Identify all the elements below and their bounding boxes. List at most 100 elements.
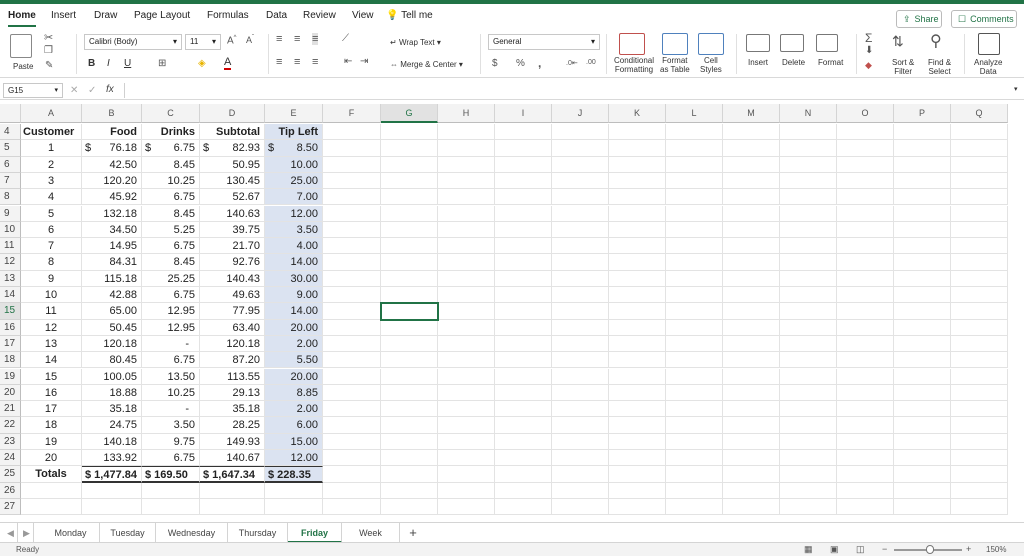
cell-tip[interactable]: 20.00: [265, 319, 323, 336]
cell[interactable]: [837, 124, 894, 141]
customer-number[interactable]: 16: [21, 384, 82, 402]
indent-icon[interactable]: ⇤: [344, 56, 352, 67]
cell[interactable]: [780, 368, 837, 385]
cell-styles-button[interactable]: Cell Styles: [700, 56, 722, 74]
cell[interactable]: [780, 401, 837, 418]
total-label[interactable]: Totals: [21, 466, 82, 483]
cell[interactable]: [780, 498, 837, 516]
cell-tip[interactable]: 14.00: [265, 254, 323, 271]
row-header[interactable]: 4: [0, 124, 21, 141]
row-header[interactable]: 16: [0, 319, 21, 336]
customer-number[interactable]: 2: [21, 156, 82, 173]
cell[interactable]: [200, 498, 265, 516]
cell-drinks[interactable]: 10.25: [142, 172, 200, 190]
tab-view[interactable]: View: [352, 10, 374, 21]
cell[interactable]: [495, 189, 552, 206]
cell[interactable]: [200, 482, 265, 499]
cell[interactable]: [381, 156, 438, 173]
cell[interactable]: [780, 270, 837, 287]
customer-number[interactable]: 19: [21, 433, 82, 450]
format-cells-icon[interactable]: [816, 34, 838, 52]
cell[interactable]: [495, 417, 552, 434]
cell[interactable]: [323, 482, 381, 499]
cell-tip[interactable]: 15.00: [265, 433, 323, 450]
cell[interactable]: [723, 433, 780, 450]
zoom-in-icon[interactable]: +: [966, 544, 971, 554]
cell[interactable]: [780, 124, 837, 141]
comments-button[interactable]: ☐ Comments: [951, 10, 1017, 28]
find-select-icon[interactable]: ⚲: [930, 31, 942, 51]
increase-decimal-icon[interactable]: .0⇤: [566, 59, 578, 67]
customer-number[interactable]: 13: [21, 335, 82, 353]
cell[interactable]: [837, 384, 894, 402]
tell-me-search[interactable]: 💡 Tell me: [386, 10, 433, 21]
cell-subtotal[interactable]: 87.20: [200, 352, 265, 369]
cell[interactable]: [323, 319, 381, 336]
cell[interactable]: [951, 450, 1008, 467]
customer-number[interactable]: 5: [21, 205, 82, 222]
cell[interactable]: [723, 482, 780, 499]
cell[interactable]: [723, 270, 780, 287]
cut-icon[interactable]: ✂: [44, 31, 53, 44]
cell[interactable]: [837, 205, 894, 222]
cell[interactable]: [951, 238, 1008, 255]
tab-draw[interactable]: Draw: [94, 10, 117, 21]
cell[interactable]: [780, 189, 837, 206]
cell[interactable]: [323, 368, 381, 385]
cell[interactable]: [894, 140, 951, 157]
cell-subtotal[interactable]: 77.95: [200, 303, 265, 320]
cell-tip[interactable]: 7.00: [265, 189, 323, 206]
total-tip[interactable]: $ 228.35: [265, 466, 323, 483]
cell[interactable]: [666, 172, 723, 190]
cell-tip[interactable]: 12.00: [265, 450, 323, 467]
customer-number[interactable]: 12: [21, 319, 82, 336]
cell[interactable]: [381, 466, 438, 483]
cell[interactable]: [552, 384, 609, 402]
cell[interactable]: [609, 140, 666, 157]
row-header[interactable]: 26: [0, 482, 21, 499]
cell[interactable]: [495, 303, 552, 320]
cell[interactable]: [951, 172, 1008, 190]
column-header-q[interactable]: Q: [951, 104, 1008, 123]
cell-drinks[interactable]: 9.75: [142, 433, 200, 450]
align-bottom-icon[interactable]: ≡: [312, 33, 319, 45]
cell-tip[interactable]: 25.00: [265, 172, 323, 190]
cell[interactable]: [894, 498, 951, 516]
insert-cells-icon[interactable]: [746, 34, 770, 52]
cell[interactable]: [894, 303, 951, 320]
analyze-data-icon[interactable]: [978, 33, 1000, 55]
cell[interactable]: [609, 352, 666, 369]
cell-subtotal[interactable]: 140.67: [200, 450, 265, 467]
normal-view-icon[interactable]: ▦: [804, 544, 813, 555]
cell[interactable]: [381, 384, 438, 402]
cell[interactable]: [837, 466, 894, 483]
row-header[interactable]: 15: [0, 303, 21, 320]
row-header[interactable]: 22: [0, 417, 21, 434]
page-break-view-icon[interactable]: ◫: [856, 544, 865, 555]
cell[interactable]: [495, 466, 552, 483]
cell[interactable]: [323, 450, 381, 467]
cell[interactable]: [837, 368, 894, 385]
cell[interactable]: [723, 303, 780, 320]
cell[interactable]: [609, 156, 666, 173]
customer-number[interactable]: 4: [21, 189, 82, 206]
page-layout-view-icon[interactable]: ▣: [830, 544, 839, 555]
cell[interactable]: [780, 433, 837, 450]
cell[interactable]: [495, 205, 552, 222]
row-header[interactable]: 14: [0, 287, 21, 304]
customer-number[interactable]: 17: [21, 401, 82, 418]
cell[interactable]: [438, 287, 495, 304]
share-button[interactable]: ⇪ Share: [896, 10, 942, 28]
cell-tip[interactable]: 8.85: [265, 384, 323, 402]
cell[interactable]: [837, 270, 894, 287]
cell-food[interactable]: 120.20: [82, 172, 142, 190]
zoom-slider-thumb[interactable]: [926, 545, 934, 554]
customer-number[interactable]: 6: [21, 221, 82, 239]
cell-food[interactable]: 115.18: [82, 270, 142, 287]
cell[interactable]: [837, 417, 894, 434]
cell-subtotal[interactable]: 50.95: [200, 156, 265, 173]
cell[interactable]: [438, 172, 495, 190]
copy-icon[interactable]: ❐: [44, 45, 53, 56]
cell-tip[interactable]: 3.50: [265, 221, 323, 239]
row-header[interactable]: 20: [0, 384, 21, 402]
